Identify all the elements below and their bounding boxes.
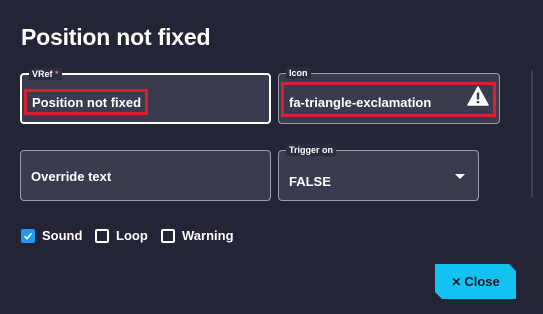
vref-label: VRef * bbox=[29, 68, 62, 80]
sound-checkbox[interactable] bbox=[21, 228, 35, 243]
sound-label: Sound bbox=[42, 228, 83, 243]
chevron-down-icon bbox=[455, 174, 465, 179]
override-text-field[interactable]: Override text bbox=[20, 150, 271, 201]
close-label: Close bbox=[464, 274, 500, 289]
icon-label: Icon bbox=[286, 67, 311, 79]
loop-checkbox-row[interactable]: Loop bbox=[95, 228, 148, 243]
loop-checkbox[interactable] bbox=[95, 228, 109, 243]
override-text-placeholder: Override text bbox=[31, 169, 112, 184]
close-button[interactable]: ✕ Close bbox=[435, 264, 516, 299]
vref-highlight bbox=[24, 89, 148, 115]
triangle-exclamation-icon bbox=[467, 86, 489, 106]
sound-checkbox-row[interactable]: Sound bbox=[21, 228, 82, 243]
trigger-on-value: FALSE bbox=[289, 174, 331, 189]
loop-label: Loop bbox=[116, 228, 148, 243]
warning-label: Warning bbox=[182, 228, 234, 243]
trigger-on-select[interactable]: Trigger on FALSE bbox=[278, 144, 479, 201]
icon-highlight bbox=[281, 82, 496, 117]
dialog-title: Position not fixed bbox=[21, 24, 211, 50]
warning-checkbox-row[interactable]: Warning bbox=[161, 228, 234, 243]
close-icon: ✕ bbox=[451, 274, 462, 289]
warning-checkbox[interactable] bbox=[161, 228, 175, 243]
scrollbar[interactable] bbox=[531, 70, 533, 198]
check-icon bbox=[23, 232, 33, 240]
trigger-on-label: Trigger on bbox=[286, 144, 337, 156]
